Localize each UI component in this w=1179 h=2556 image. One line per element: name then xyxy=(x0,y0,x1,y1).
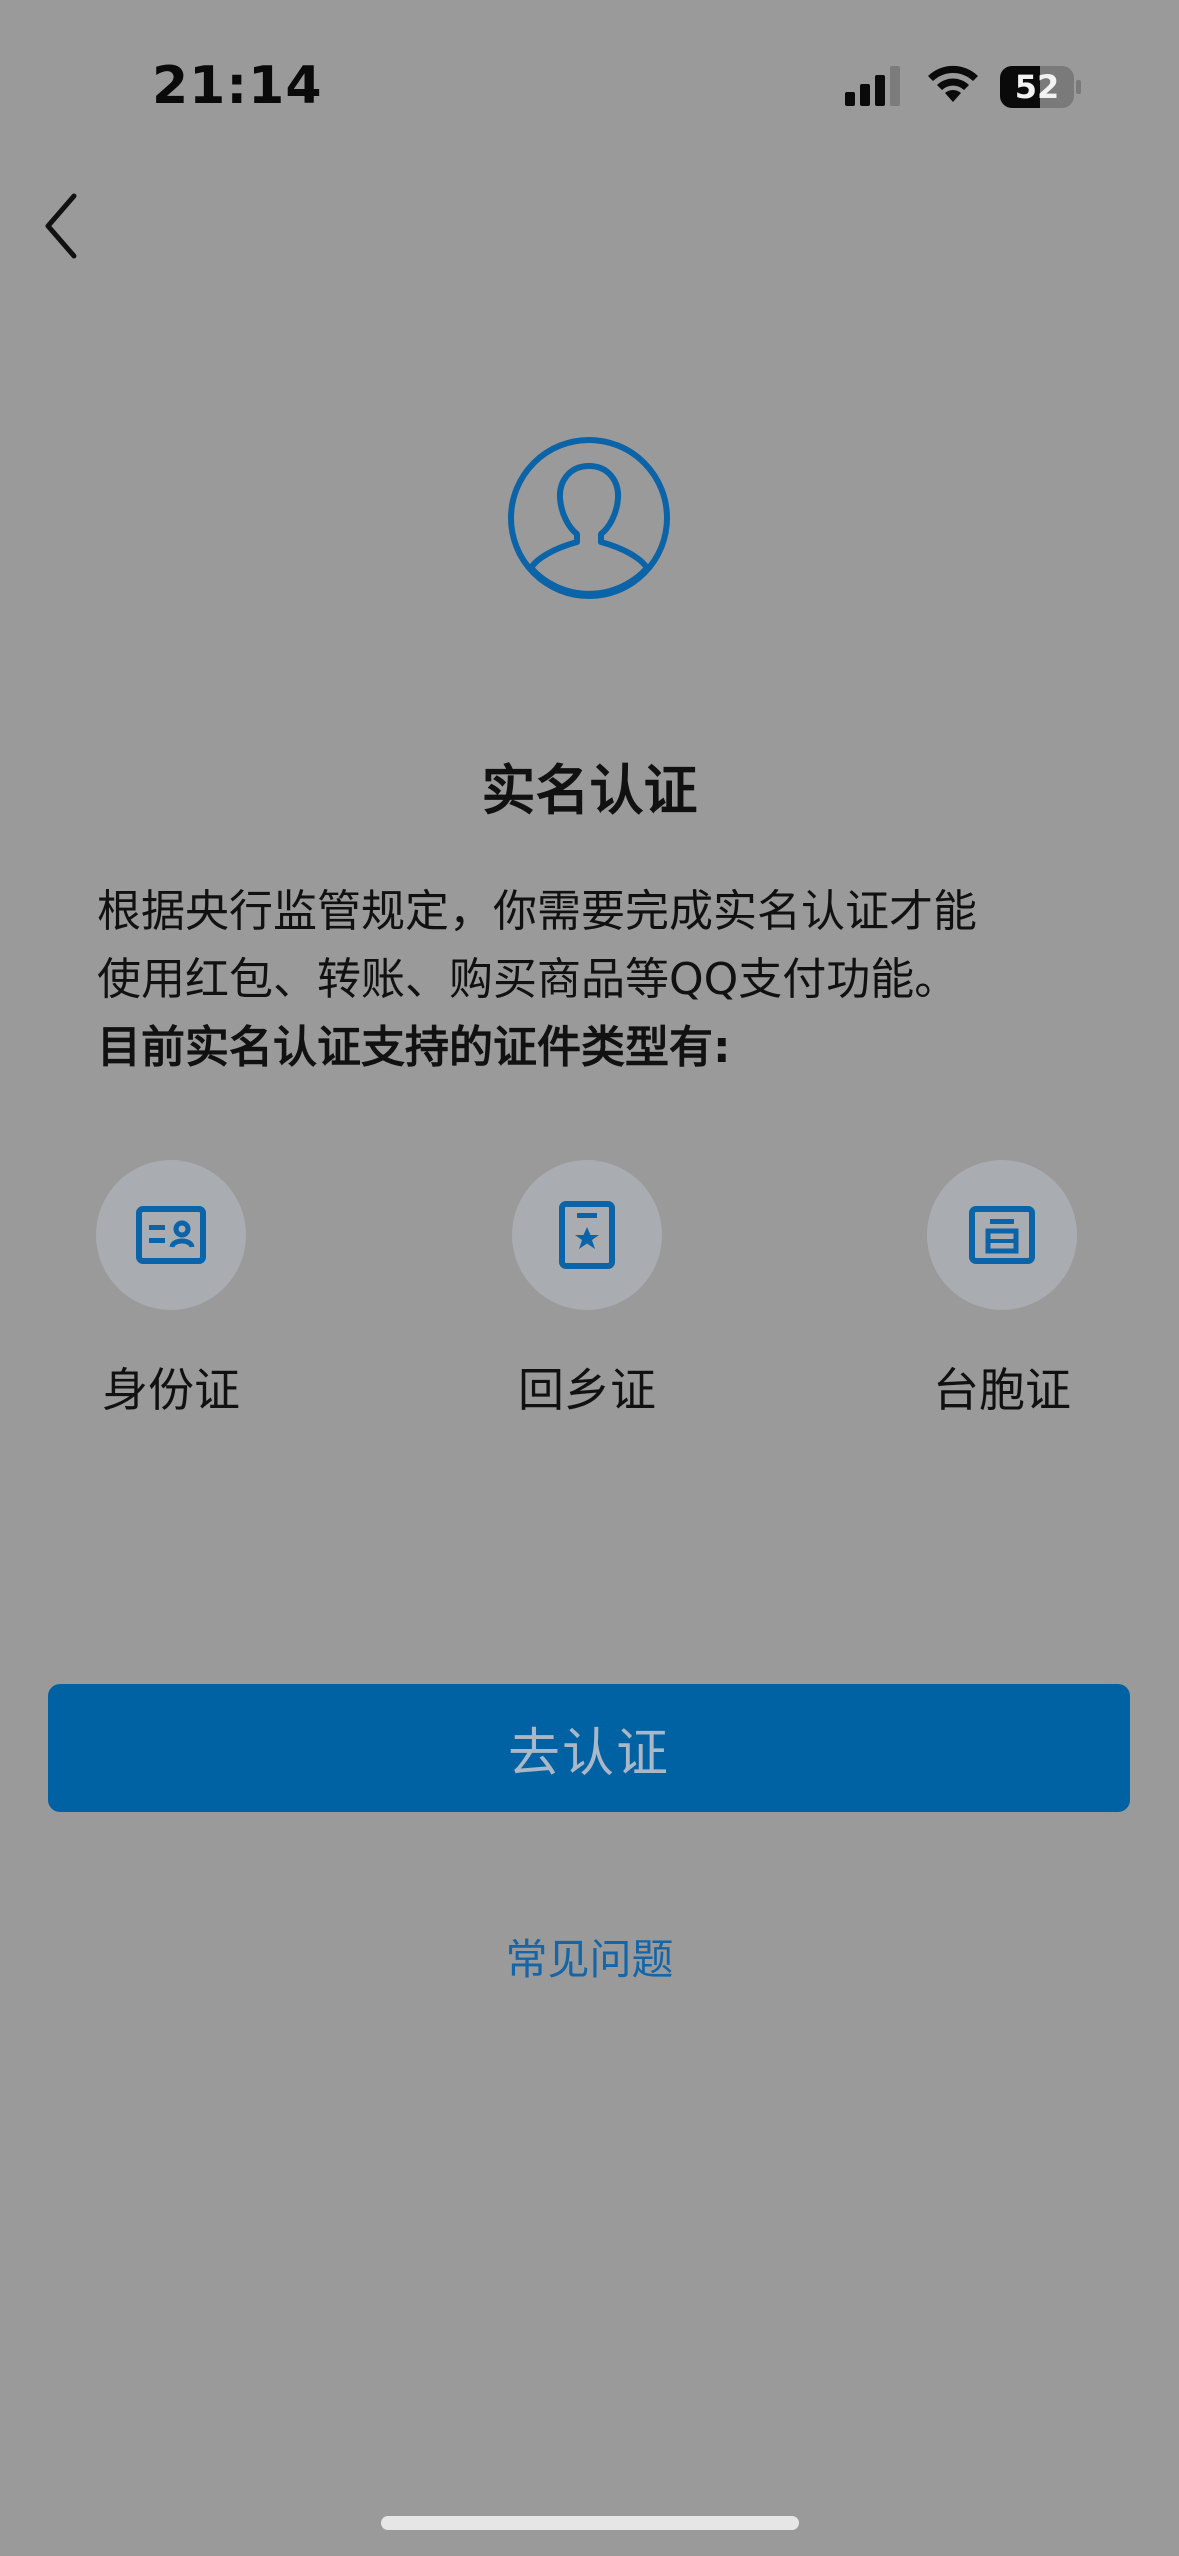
description: 根据央行监管规定，你需要完成实名认证才能 使用红包、转账、购买商品等QQ支付功能… xyxy=(97,878,1097,1082)
id-card-icon xyxy=(136,1206,206,1264)
id-type-icon-bg xyxy=(927,1160,1077,1310)
id-type-label: 身份证 xyxy=(102,1363,240,1417)
start-verification-button[interactable]: 去认证 xyxy=(48,1684,1130,1812)
chevron-left-icon[interactable] xyxy=(40,190,88,262)
wifi-icon xyxy=(928,65,978,102)
user-circle-icon xyxy=(508,437,670,599)
taiwan-compatriot-permit-icon xyxy=(969,1206,1035,1264)
description-line-2: 使用红包、转账、购买商品等QQ支付功能。 xyxy=(97,954,959,1005)
battery-icon: 52 xyxy=(1000,66,1082,108)
status-time: 21:14 xyxy=(152,56,323,116)
cellular-signal-icon xyxy=(845,66,900,106)
home-indicator[interactable] xyxy=(381,2516,799,2530)
page-title: 实名认证 xyxy=(481,759,698,822)
id-type-label: 台胞证 xyxy=(933,1363,1071,1417)
faq-link[interactable]: 常见问题 xyxy=(0,1926,1179,1987)
home-return-permit-icon xyxy=(559,1201,615,1269)
id-type-home-return-permit: 回乡证 xyxy=(457,1160,717,1420)
battery-level: 52 xyxy=(1014,68,1060,106)
id-type-id-card: 身份证 xyxy=(41,1160,301,1420)
id-type-taiwan-permit: 台胞证 xyxy=(872,1160,1132,1420)
id-type-icon-bg xyxy=(96,1160,246,1310)
description-line-1: 根据央行监管规定，你需要完成实名认证才能 xyxy=(97,886,977,937)
id-type-icon-bg xyxy=(512,1160,662,1310)
description-supported-types: 目前实名认证支持的证件类型有: xyxy=(97,1022,731,1073)
id-type-label: 回乡证 xyxy=(518,1363,656,1417)
